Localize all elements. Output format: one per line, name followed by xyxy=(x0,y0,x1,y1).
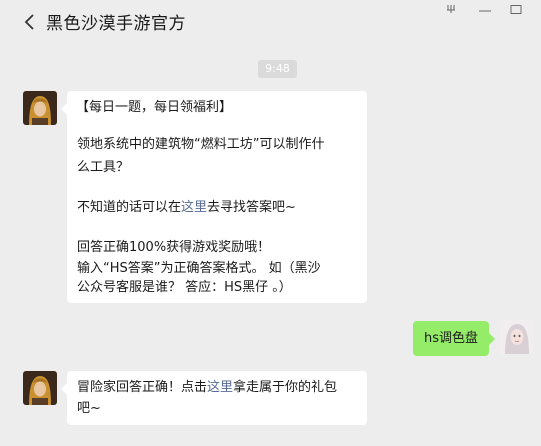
message-text: 冒险家回答正确！点击 xyxy=(77,380,208,395)
maximize-icon[interactable] xyxy=(509,0,523,14)
message-line: 回答正确100%获得游戏奖励哦！ xyxy=(77,240,271,255)
here-link[interactable]: 这里 xyxy=(181,200,207,215)
message-line: 不知道的话可以在这里去寻找答案吧~ xyxy=(77,198,296,217)
message-line: 么工具？ xyxy=(77,160,130,175)
message-text: hs调色盘 xyxy=(424,331,479,346)
message-line: 冒险家回答正确！点击这里拿走属于你的礼包 xyxy=(77,378,337,397)
message-bubble-answer-correct[interactable]: 冒险家回答正确！点击这里拿走属于你的礼包 吧~ xyxy=(61,371,367,425)
message-line: 输入“HS答案”为正确答案格式。 如（黑沙 xyxy=(77,261,321,276)
message-line: 公众号客服是谁？ 答应：HS黑仔 。） xyxy=(77,280,292,295)
game-character-avatar[interactable] xyxy=(23,91,57,125)
chevron-left-icon[interactable] xyxy=(22,12,40,32)
message-line: 【每日一题，每日领福利】 xyxy=(76,100,233,115)
page-title: 黑色沙漠手游官方 xyxy=(46,14,186,34)
pin-icon[interactable] xyxy=(444,0,458,13)
minimize-icon[interactable] xyxy=(478,0,492,12)
message-line: 吧~ xyxy=(77,401,101,416)
message-line: 领地系统中的建筑物“燃料工坊”可以制作什 xyxy=(77,137,325,152)
title-bar: 黑色沙漠手游官方 xyxy=(0,0,541,44)
message-text: 去寻找答案吧~ xyxy=(207,200,296,215)
here-link[interactable]: 这里 xyxy=(207,380,233,395)
message-text: 不知道的话可以在 xyxy=(77,200,182,215)
message-text: 拿走属于你的礼包 xyxy=(233,380,338,395)
game-character-avatar[interactable] xyxy=(23,371,57,405)
message-bubble-daily-question[interactable]: 【每日一题，每日领福利】 领地系统中的建筑物“燃料工坊”可以制作什 么工具？ 不… xyxy=(61,91,367,303)
user-avatar[interactable] xyxy=(500,320,534,354)
message-bubble-self[interactable]: hs调色盘 xyxy=(413,321,495,356)
message-timestamp: 9:48 xyxy=(258,60,297,78)
chat-window: 黑色沙漠手游官方 9:48 【每日一题，每日领福利】 领地系统中的建筑物“燃料工… xyxy=(0,0,541,446)
